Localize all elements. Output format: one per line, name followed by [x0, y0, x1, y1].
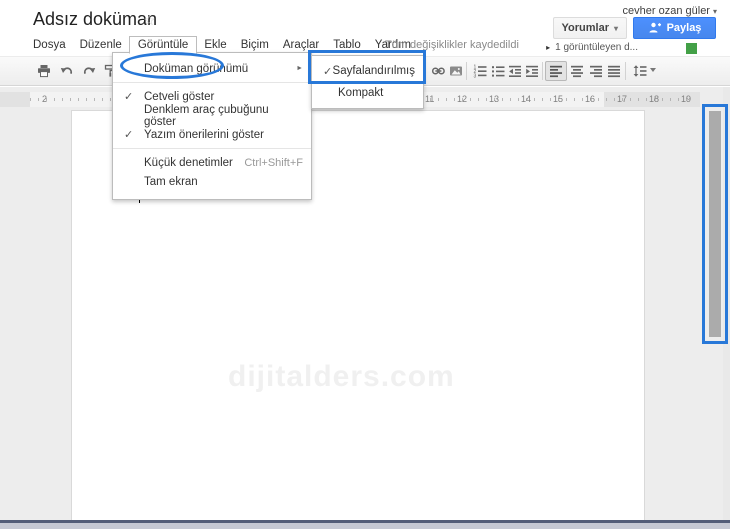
window-bottom-edge	[0, 523, 730, 529]
ruler-number: 11	[425, 94, 435, 104]
ruler-number: 15	[553, 94, 564, 104]
chevron-down-icon: ▾	[712, 7, 717, 16]
menu-item-label: Küçük denetimler	[144, 156, 233, 169]
submenu-item-kompakt[interactable]: Kompakt	[312, 82, 423, 104]
ruler-number: 2	[42, 94, 48, 104]
document-view-submenu: ✓ Sayfalandırılmış Kompakt	[311, 55, 424, 109]
check-icon: ✓	[124, 91, 134, 103]
view-menu-panel: Doküman görünümü ► ✓ Cetveli göster Denk…	[112, 52, 312, 200]
ruler-number: 18	[649, 94, 660, 104]
menu-araclar[interactable]: Araçlar	[276, 37, 326, 53]
ruler-number: 16	[585, 94, 596, 104]
link-icon	[431, 67, 445, 75]
viewers-label: 1 görüntüleyen d...	[555, 42, 638, 53]
image-icon	[450, 66, 462, 76]
account-name: cevher ozan güler	[622, 5, 710, 17]
document-area: 2 11 12 13 14 15 16 17 18 19 dijitalders…	[0, 87, 730, 520]
menu-separator	[113, 148, 311, 149]
comments-label: Yorumlar	[561, 22, 609, 34]
header: cevher ozan güler ▾ Adsız doküman ☆ Yorum…	[0, 0, 730, 56]
menu-tablo[interactable]: Tablo	[326, 37, 368, 53]
align-center-icon	[571, 65, 583, 78]
align-right-icon	[590, 65, 602, 78]
line-spacing-dropdown-icon[interactable]	[650, 68, 656, 72]
menu-item-label: Kompakt	[338, 87, 384, 99]
menu-item-kucuk-denetimler[interactable]: Küçük denetimler Ctrl+Shift+F	[113, 153, 311, 172]
menu-goruntule[interactable]: Görüntüle	[128, 35, 198, 54]
comments-button[interactable]: Yorumlar ▾	[552, 17, 627, 39]
viewer-color-badge	[686, 43, 697, 54]
scrollbar-thumb[interactable]	[709, 111, 721, 337]
toolbar-separator	[542, 62, 543, 80]
line-spacing-icon	[633, 65, 647, 77]
print-button[interactable]	[34, 61, 54, 81]
menu-item-label: Denklem araç çubuğunu göster	[144, 103, 269, 128]
menu-item-denklem-arac-cubugu[interactable]: Denklem araç çubuğunu göster	[113, 103, 311, 128]
menu-bicim[interactable]: Biçim	[234, 37, 276, 53]
numbered-list-button[interactable]: 1 2 3	[470, 61, 490, 81]
menu-item-label: Doküman görünümü	[144, 62, 249, 75]
print-icon	[38, 65, 50, 78]
menu-ekle[interactable]: Ekle	[197, 37, 233, 53]
increase-indent-button[interactable]	[522, 61, 542, 81]
menu-shortcut: Ctrl+Shift+F	[244, 156, 303, 169]
numbered-list-icon: 1 2 3	[474, 65, 487, 78]
menu-item-tam-ekran[interactable]: Tam ekran	[113, 172, 311, 191]
document-title[interactable]: Adsız doküman	[33, 9, 157, 30]
menu-item-label: Yazım önerilerini göster	[144, 128, 264, 141]
share-person-icon	[649, 22, 661, 33]
check-icon: ✓	[323, 65, 333, 78]
ruler-number: 19	[681, 94, 692, 104]
toolbar-separator	[466, 62, 467, 80]
align-left-icon	[550, 65, 562, 78]
toolbar-separator	[625, 62, 626, 80]
check-icon: ✓	[124, 129, 134, 141]
undo-button[interactable]	[57, 61, 77, 81]
window-edge	[723, 87, 730, 520]
watermark: dijitalders.com	[228, 360, 455, 393]
redo-button[interactable]	[79, 61, 99, 81]
ruler-number: 14	[521, 94, 532, 104]
menubar: Dosya Düzenle Görüntüle Ekle Biçim Araçl…	[26, 35, 418, 54]
undo-icon	[60, 67, 73, 74]
submenu-arrow-icon: ►	[296, 65, 303, 72]
chevron-down-icon: ▾	[613, 23, 618, 33]
menu-separator	[113, 82, 311, 83]
align-left-button[interactable]	[545, 61, 567, 81]
star-icon[interactable]: ☆	[143, 12, 156, 29]
align-center-button[interactable]	[567, 61, 587, 81]
ruler-left-margin	[0, 92, 30, 107]
justify-button[interactable]	[604, 61, 624, 81]
menu-item-yazim-onerileri[interactable]: ✓ Yazım önerilerini göster	[113, 125, 311, 144]
line-spacing-button[interactable]	[630, 61, 650, 81]
svg-text:3: 3	[474, 73, 477, 78]
menu-item-label: Cetveli göster	[144, 90, 215, 103]
viewers-indicator[interactable]: ▸ 1 görüntüleyen d...	[546, 42, 638, 53]
justify-icon	[608, 65, 620, 78]
menu-duzenle[interactable]: Düzenle	[73, 37, 129, 53]
insert-link-button[interactable]	[428, 61, 448, 81]
insert-image-button[interactable]	[446, 61, 466, 81]
bulleted-list-icon	[492, 66, 505, 77]
menu-item-label: Tam ekran	[144, 175, 198, 188]
ruler-number: 17	[617, 94, 628, 104]
menu-dosya[interactable]: Dosya	[26, 37, 73, 53]
align-right-button[interactable]	[586, 61, 606, 81]
account-menu[interactable]: cevher ozan güler ▾	[623, 5, 717, 17]
share-label: Paylaş	[666, 22, 702, 34]
submenu-item-sayfalandirilmis[interactable]: ✓ Sayfalandırılmış	[312, 60, 423, 82]
menu-item-dokuman-gorunumu[interactable]: Doküman görünümü ►	[113, 59, 311, 78]
redo-icon	[83, 67, 96, 74]
decrease-indent-icon	[509, 65, 521, 77]
ruler-number: 13	[489, 94, 500, 104]
share-button[interactable]: Paylaş	[633, 17, 716, 39]
ruler-number: 12	[457, 94, 468, 104]
save-status: Tüm değişiklikler kaydedildi	[385, 39, 519, 51]
increase-indent-icon	[526, 65, 538, 77]
menu-item-label: Sayfalandırılmış	[332, 65, 415, 77]
viewer-arrow-icon: ▸	[546, 43, 551, 52]
